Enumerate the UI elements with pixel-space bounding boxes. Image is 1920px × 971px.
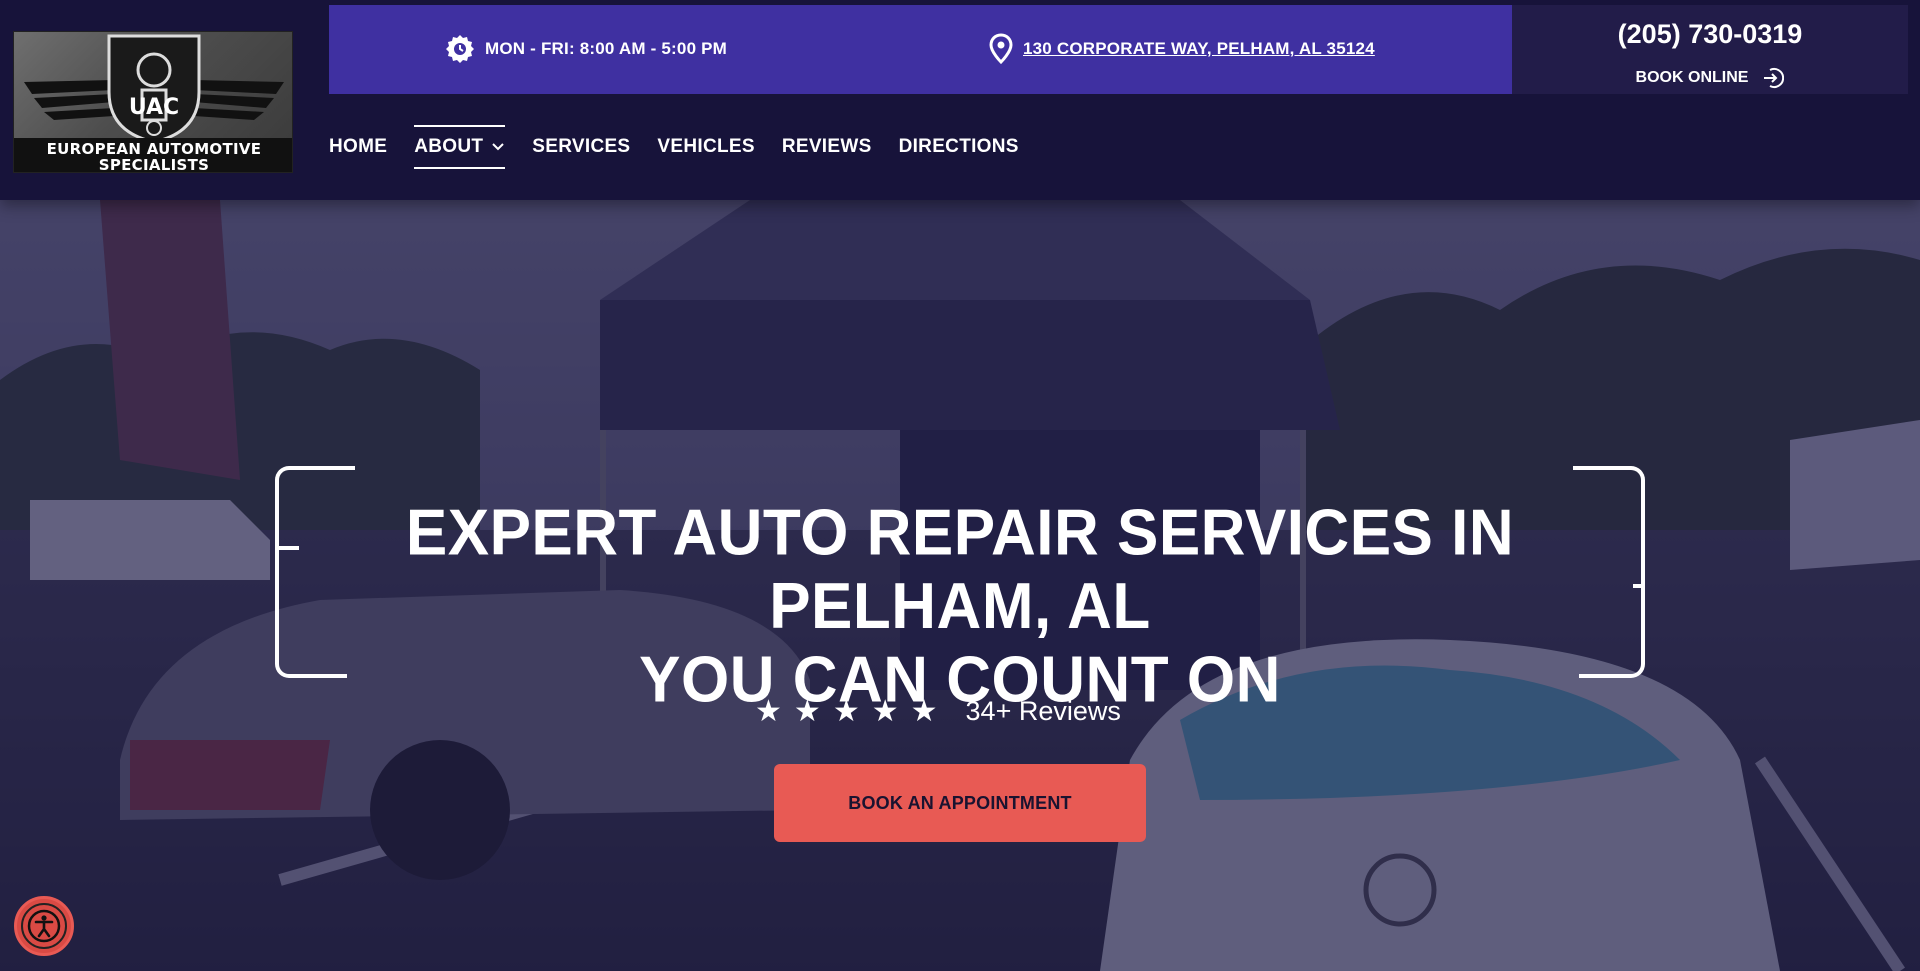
nav-vehicles[interactable]: VEHICLES [657, 125, 754, 169]
map-pin-icon [989, 33, 1013, 65]
star-icon: ★ [910, 693, 938, 729]
accessibility-button[interactable] [14, 896, 74, 956]
reviews-count: 34+ Reviews [965, 696, 1121, 726]
business-hours: MON - FRI: 8:00 AM - 5:00 PM [445, 34, 727, 64]
star-icon: ★ [832, 693, 860, 729]
address-text[interactable]: 130 CORPORATE WAY, PELHAM, AL 35124 [1023, 39, 1375, 59]
star-rating: ★ ★ ★ ★ ★ [755, 693, 938, 729]
book-online-label: BOOK ONLINE [1635, 69, 1749, 86]
nav-reviews-label: REVIEWS [781, 136, 872, 157]
clock-gear-icon [446, 35, 474, 63]
book-online-link[interactable]: BOOK ONLINE [1512, 67, 1908, 89]
svg-text:UAC: UAC [129, 95, 179, 120]
nav-about[interactable]: ABOUT [414, 125, 506, 169]
star-icon: ★ [871, 693, 899, 729]
login-arrow-icon [1764, 68, 1785, 88]
nav-reviews[interactable]: REVIEWS [782, 125, 872, 169]
logo-line-2: SPECIALISTS [98, 156, 210, 173]
headline-line-1: EXPERT AUTO REPAIR SERVICES IN PELHAM, A… [405, 496, 1515, 643]
address-link[interactable]: 130 CORPORATE WAY, PELHAM, AL 35124 [989, 33, 1375, 65]
review-rating[interactable]: ★ ★ ★ ★ ★ 34+ Reviews [755, 696, 1121, 727]
logo[interactable]: UAC EUROPEAN AUTOMOTIVE SPECIALISTS [13, 31, 293, 173]
phone-link[interactable]: (205) 730-0319 [1512, 19, 1908, 50]
hours-text: MON - FRI: 8:00 AM - 5:00 PM [485, 39, 728, 58]
nav-about-label: ABOUT [414, 136, 484, 157]
star-icon: ★ [793, 693, 821, 729]
nav-home-label: HOME [329, 136, 388, 157]
hero-section: EXPERT AUTO REPAIR SERVICES IN PELHAM, A… [0, 200, 1920, 971]
nav-directions-label: DIRECTIONS [898, 136, 1019, 157]
nav-home[interactable]: HOME [329, 125, 387, 169]
chevron-down-icon [492, 143, 504, 151]
book-appointment-button[interactable]: BOOK AN APPOINTMENT [774, 764, 1146, 842]
hero-headline: EXPERT AUTO REPAIR SERVICES IN PELHAM, A… [275, 497, 1645, 718]
headline-frame: EXPERT AUTO REPAIR SERVICES IN PELHAM, A… [275, 466, 1645, 716]
contact-box: (205) 730-0319 BOOK ONLINE [1512, 5, 1908, 94]
info-topbar: MON - FRI: 8:00 AM - 5:00 PM 130 CORPORA… [329, 5, 1512, 94]
logo-line-1: EUROPEAN AUTOMOTIVE [46, 140, 262, 158]
star-icon: ★ [755, 693, 782, 729]
logo-text: EUROPEAN AUTOMOTIVE SPECIALISTS [14, 138, 292, 173]
nav-vehicles-label: VEHICLES [657, 136, 755, 157]
main-nav: HOME ABOUT SERVICES VEHICLES REVIEWS DIR… [329, 125, 1046, 169]
accessibility-icon [27, 909, 61, 943]
site-header: UAC EUROPEAN AUTOMOTIVE SPECIALISTS MON … [0, 0, 1920, 200]
nav-services[interactable]: SERVICES [532, 125, 630, 169]
nav-services-label: SERVICES [532, 136, 631, 157]
nav-directions[interactable]: DIRECTIONS [899, 125, 1019, 169]
